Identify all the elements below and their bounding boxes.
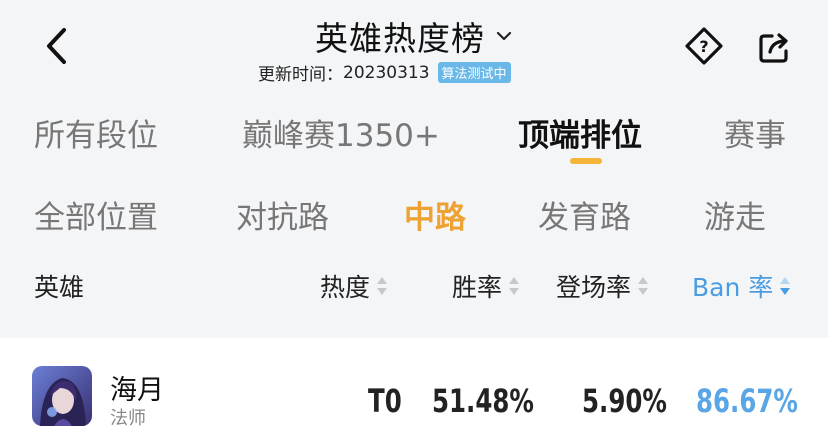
column-pick-rate[interactable]: 登场率 — [556, 268, 649, 304]
help-diamond-icon: ? — [685, 27, 723, 65]
page-title-dropdown[interactable]: 英雄热度榜 — [315, 12, 513, 60]
tab-top-lane[interactable]: 对抗路 — [236, 192, 329, 237]
sort-icon — [508, 275, 520, 297]
active-tab-indicator — [570, 158, 602, 164]
column-heat[interactable]: 热度 — [320, 268, 388, 304]
update-label: 更新时间： — [258, 65, 343, 85]
update-info: 更新时间： 20230313 算法测试中 — [258, 60, 511, 85]
table-row[interactable]: 海月 法师 T0 51.48% 5.90% 86.67% — [0, 338, 828, 436]
tab-all-positions[interactable]: 全部位置 — [34, 192, 158, 237]
tab-top-ranked[interactable]: 顶端排位 — [518, 110, 642, 155]
column-win-rate[interactable]: 胜率 — [452, 268, 520, 304]
tab-peak-1350[interactable]: 巅峰赛1350+ — [242, 110, 440, 155]
sort-desc-icon — [779, 275, 791, 297]
share-icon — [759, 33, 788, 63]
rank-tab-bar: 所有段位 巅峰赛1350+ 顶端排位 赛事 — [0, 110, 828, 170]
tab-events[interactable]: 赛事 — [724, 110, 786, 155]
tab-mid-lane[interactable]: 中路 — [404, 192, 466, 237]
hero-win-rate: 51.48% — [432, 382, 534, 420]
column-ban-rate[interactable]: Ban 率 — [692, 268, 791, 304]
page-title: 英雄热度榜 — [315, 19, 485, 58]
hero-pick-rate: 5.90% — [582, 382, 667, 420]
hero-tier: T0 — [368, 382, 402, 420]
share-button[interactable] — [756, 28, 794, 66]
chevron-down-icon — [495, 27, 513, 45]
position-tab-bar: 全部位置 对抗路 中路 发育路 游走 — [0, 192, 828, 242]
svg-text:?: ? — [699, 37, 708, 56]
table-header: 英雄 热度 胜率 登场率 Ban 率 — [0, 268, 828, 308]
sort-icon — [376, 275, 388, 297]
hero-ban-rate: 86.67% — [696, 382, 798, 420]
tab-roam[interactable]: 游走 — [704, 192, 766, 237]
hero-role: 法师 — [110, 408, 146, 429]
tab-bot-lane[interactable]: 发育路 — [538, 192, 631, 237]
hero-avatar — [32, 366, 92, 426]
algorithm-badge: 算法测试中 — [437, 62, 511, 83]
update-date: 20230313 — [343, 62, 430, 83]
column-hero: 英雄 — [34, 273, 85, 302]
hero-name: 海月 — [110, 375, 164, 406]
tab-all-ranks[interactable]: 所有段位 — [34, 110, 158, 155]
help-button[interactable]: ? — [684, 26, 724, 66]
sort-icon — [637, 275, 649, 297]
